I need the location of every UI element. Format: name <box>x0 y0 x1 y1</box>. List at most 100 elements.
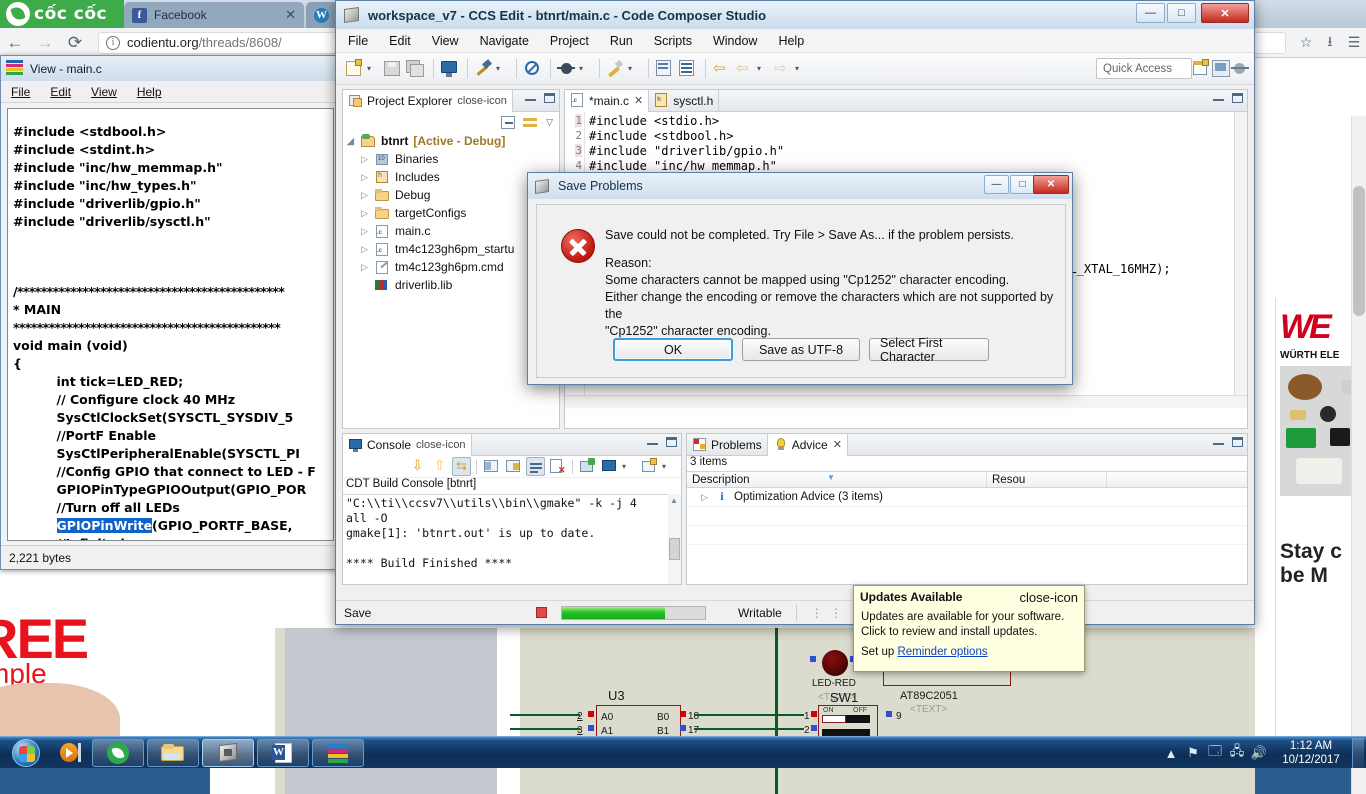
maximize-icon[interactable] <box>666 437 677 447</box>
column-header-description[interactable]: Description ▼ <box>687 472 987 487</box>
maximize-icon[interactable] <box>544 93 555 103</box>
close-button[interactable]: ✕ <box>1033 175 1069 194</box>
chevron-down-icon[interactable]: ▾ <box>579 58 589 79</box>
pin-console-icon[interactable] <box>504 457 523 476</box>
export-icon[interactable] <box>654 58 675 79</box>
info-icon[interactable]: i <box>106 35 120 50</box>
debug-bug-icon[interactable] <box>556 58 577 79</box>
tab-project-explorer[interactable]: Project Explorer close-icon <box>343 89 513 112</box>
maximize-icon[interactable] <box>1232 93 1243 103</box>
display-console-icon[interactable] <box>600 457 619 476</box>
maximize-icon[interactable] <box>1232 437 1243 447</box>
chevron-down-icon[interactable]: ▾ <box>795 58 805 79</box>
star-icon[interactable]: ☆ <box>1294 34 1318 51</box>
close-button[interactable]: ✕ <box>1201 3 1249 23</box>
minimize-icon[interactable] <box>525 93 536 101</box>
taskbar-clock[interactable]: 1:12 AM 10/12/2017 <box>1270 739 1352 767</box>
chevron-down-icon[interactable]: ▾ <box>367 58 377 79</box>
quick-launch-area[interactable] <box>52 742 92 764</box>
expand-arrow-icon[interactable]: ▷ <box>701 492 715 503</box>
link-editor-icon[interactable] <box>523 116 538 129</box>
close-icon[interactable]: close-icon <box>457 95 507 107</box>
show-desktop-button[interactable] <box>1352 738 1364 768</box>
minimize-button[interactable]: — <box>984 175 1009 194</box>
minimize-icon[interactable] <box>647 437 658 445</box>
view-menu-icon[interactable]: ▽ <box>546 117 553 128</box>
show-hidden-icon[interactable]: ▲ <box>1160 746 1182 761</box>
table-row[interactable]: ▷ i Optimization Advice (3 items) <box>687 488 1247 507</box>
menu-icon[interactable]: ☰ <box>1342 34 1366 51</box>
ccs-titlebar[interactable]: workspace_v7 - CCS Edit - btnrt/main.c -… <box>336 1 1254 29</box>
close-icon[interactable]: ✕ <box>634 94 643 107</box>
menu-navigate[interactable]: Navigate <box>480 34 529 48</box>
media-player-icon[interactable] <box>60 742 84 764</box>
scroll-lock-icon[interactable]: ⇆ <box>452 457 471 476</box>
column-header-resource[interactable]: Resou <box>987 472 1107 487</box>
save-all-icon[interactable] <box>405 58 426 79</box>
taskbar-button-explorer[interactable] <box>147 738 199 767</box>
chevron-down-icon[interactable]: ▾ <box>628 58 638 79</box>
tab-console[interactable]: Console close-icon <box>343 433 472 456</box>
back-button[interactable]: ← <box>0 33 30 53</box>
network-icon[interactable]: 🖧 <box>1226 742 1248 764</box>
back-arrow-icon[interactable]: ⇦ <box>711 58 732 79</box>
collapse-arrow-icon[interactable]: ▷ <box>361 244 374 255</box>
collapse-arrow-icon[interactable]: ▷ <box>361 190 374 201</box>
maximize-button[interactable]: □ <box>1167 3 1196 23</box>
collapse-arrow-icon[interactable]: ▷ <box>361 262 374 273</box>
new-perspective-icon[interactable] <box>1192 59 1212 79</box>
scroll-up-icon[interactable]: ⇧ <box>430 457 449 476</box>
forward-button[interactable]: → <box>30 33 60 53</box>
no-entry-icon[interactable] <box>522 58 543 79</box>
reminder-options-link[interactable]: Reminder options <box>897 646 987 658</box>
close-icon[interactable]: ✕ <box>833 438 842 451</box>
stop-icon[interactable] <box>536 607 547 618</box>
editor-vertical-scrollbar[interactable] <box>1234 112 1247 408</box>
taskbar-button-coccoc[interactable] <box>92 738 144 767</box>
save-icon[interactable] <box>382 58 403 79</box>
clear-console-icon[interactable] <box>482 457 501 476</box>
menu-project[interactable]: Project <box>550 34 589 48</box>
chevron-down-icon[interactable]: ▾ <box>662 457 672 476</box>
tab-main-c[interactable]: .c *main.c ✕ <box>565 89 650 112</box>
collapse-arrow-icon[interactable]: ▷ <box>361 172 374 183</box>
tree-item-btnrt[interactable]: ◢ btnrt [Active - Debug] <box>343 132 559 150</box>
view-window-textarea[interactable]: #include <stdbool.h> #include <stdint.h>… <box>7 108 334 541</box>
page-scrollbar-thumb[interactable] <box>1353 186 1365 316</box>
word-wrap-icon[interactable] <box>526 457 545 476</box>
new-console-view-icon[interactable] <box>578 457 597 476</box>
console-scroll-thumb[interactable] <box>669 538 680 560</box>
editor-horizontal-scrollbar[interactable] <box>565 395 1247 408</box>
menu-file[interactable]: File <box>348 34 368 48</box>
console-icon[interactable] <box>439 58 460 79</box>
console-view[interactable]: Console close-icon ⇩ ⇧ ⇆ ✕ ▾ ▾ CDT Build… <box>342 433 682 585</box>
menu-help[interactable]: Help <box>137 85 162 99</box>
updates-popup-body[interactable]: Updates are available for your software.… <box>854 608 1084 642</box>
chevron-down-icon[interactable]: ▾ <box>496 58 506 79</box>
new-file-icon[interactable] <box>344 58 365 79</box>
ccs-debug-perspective-icon[interactable] <box>1231 59 1251 79</box>
page-scrollbar[interactable] <box>1351 116 1366 794</box>
menu-view[interactable]: View <box>432 34 459 48</box>
menu-file[interactable]: File <box>11 85 30 99</box>
close-icon[interactable]: close-icon <box>1019 590 1078 605</box>
quick-access-input[interactable]: Quick Access <box>1096 58 1192 79</box>
view-main-c-window[interactable]: View - main.c File Edit View Help #inclu… <box>0 55 340 570</box>
menu-run[interactable]: Run <box>610 34 633 48</box>
action-center-icon[interactable]: 🗔 <box>1204 742 1226 764</box>
taskbar-button-ccs[interactable] <box>202 738 254 767</box>
scroll-up-arrow-icon[interactable]: ▲ <box>670 496 678 505</box>
volume-icon[interactable]: 🔊 <box>1248 745 1270 761</box>
save-as-utf8-button[interactable]: Save as UTF-8 <box>742 338 860 361</box>
paintbrush-icon[interactable] <box>605 58 626 79</box>
reload-button[interactable]: ⟳ <box>60 33 90 53</box>
close-icon[interactable]: ✕ <box>279 7 296 23</box>
flag-icon[interactable]: ⚑ <box>1182 745 1204 761</box>
list-icon[interactable] <box>677 58 698 79</box>
ok-button[interactable]: OK <box>613 338 733 361</box>
minimize-button[interactable]: — <box>1136 3 1165 23</box>
menu-help[interactable]: Help <box>778 34 804 48</box>
taskbar-button-winrar[interactable] <box>312 738 364 767</box>
tab-sysctl-h[interactable]: h sysctl.h <box>649 89 720 112</box>
collapse-arrow-icon[interactable]: ▷ <box>361 208 374 219</box>
